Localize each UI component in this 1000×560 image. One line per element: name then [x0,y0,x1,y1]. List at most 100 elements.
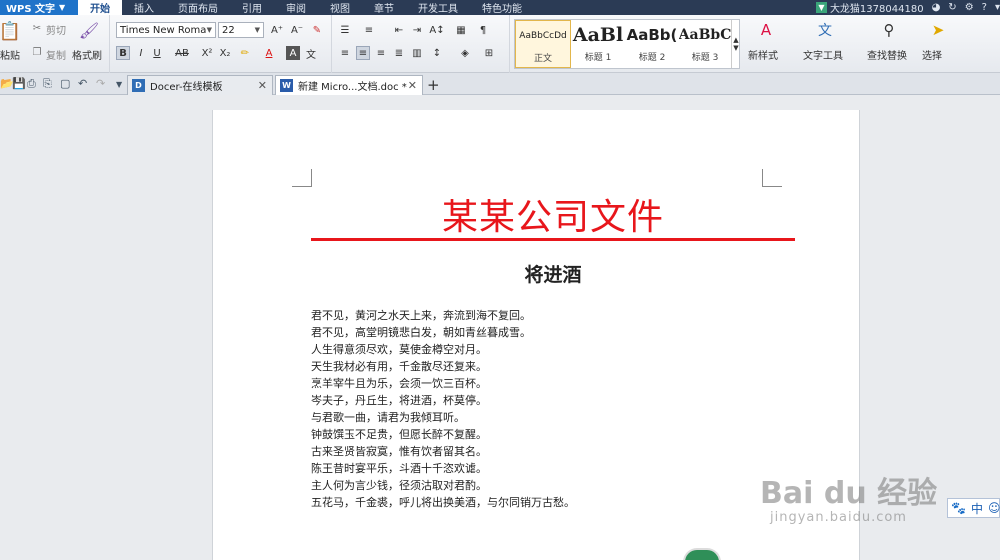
tab-home[interactable]: 开始 [78,0,122,15]
increase-indent-icon[interactable]: ⇥ [410,23,424,37]
poem-line: 陈王昔时宴平乐，斗酒十千恣欢谑。 [311,462,487,475]
poem-line: 与君歌一曲，请君为我倾耳听。 [311,411,465,424]
subscript-icon[interactable]: X₂ [218,46,232,60]
quick-access-dropdown-icon[interactable]: ▼ [116,80,122,89]
user-name[interactable]: 大龙猫1378044180 [830,0,924,15]
tab-new-document[interactable]: W 新建 Micro...文档.doc * ✕ [275,75,423,95]
poem-line: 五花马，千金裘，呼儿将出换美酒，与尔同销万古愁。 [311,496,575,509]
show-marks-icon[interactable]: ¶ [476,23,490,37]
paste-label[interactable]: 粘贴 [0,47,20,62]
phonetic-guide-icon[interactable]: 文 [304,46,318,61]
close-icon[interactable]: ✕ [408,79,417,92]
text-tools-icon[interactable]: 文 [814,20,836,40]
word-doc-icon: W [280,79,293,92]
justify-icon[interactable]: ≣ [392,46,406,60]
cursor-icon[interactable]: ➤ [928,20,948,40]
print-preview-icon[interactable]: ▢ [60,77,70,90]
align-right-icon[interactable]: ≡ [374,46,388,60]
font-name-select[interactable]: Times New Roma ▼ [116,22,216,38]
ime-lang[interactable]: 中 [971,500,983,517]
add-tab-icon[interactable]: + [427,76,440,94]
style-heading-1-name: 标题 1 [584,53,612,63]
floating-badge[interactable] [683,548,721,560]
tab-view[interactable]: 视图 [318,0,362,15]
menu-bar: WPS 文字 ▼ 开始 插入 页面布局 引用 审阅 视图 章节 开发工具 特色功… [0,0,1000,15]
tab-chapter[interactable]: 章节 [362,0,406,15]
paste-icon[interactable]: 📋 [0,19,21,43]
char-shading-icon[interactable]: A [286,46,300,60]
tab-docer-templates[interactable]: D Docer-在线模板 ✕ [127,75,273,95]
binoculars-icon[interactable]: ⚲ [878,20,900,40]
sync-icon[interactable]: ↻ [948,2,956,13]
sort-icon[interactable]: A↕ [429,23,444,37]
margin-corner-left [292,169,312,187]
tab-review[interactable]: 审阅 [274,0,318,15]
paw-icon[interactable]: 🐾 [951,501,966,515]
chevron-down-icon: ▼ [59,3,66,12]
font-size-select[interactable]: 22 ▼ [218,22,264,38]
bullets-icon[interactable]: ☰ [338,23,352,37]
select-button[interactable]: 选择 [922,47,942,62]
document-heading: 某某公司文件 [441,197,664,238]
format-painter-button[interactable]: 格式刷 [72,47,102,62]
copy-icon[interactable]: ❐ [30,45,44,59]
shrink-font-icon[interactable]: A⁻ [290,23,304,37]
highlight-icon[interactable]: ✏ [238,46,252,60]
font-color-icon[interactable]: A [262,46,276,60]
style-heading-1[interactable]: AaBl 标题 1 [571,20,625,68]
line-spacing-icon[interactable]: ↕ [430,46,444,60]
skin-icon[interactable]: ◕ [932,2,941,13]
close-icon[interactable]: ✕ [258,79,267,92]
new-style-icon[interactable]: A [754,20,778,40]
chevron-down-icon: ▼ [206,26,212,34]
distributed-icon[interactable]: ▥ [410,46,424,60]
borders-icon[interactable]: ⊞ [482,46,496,60]
strikethrough-icon[interactable]: AB [172,46,192,60]
help-icon[interactable]: ? [982,2,987,13]
style-normal-sample: AaBbCcDd [519,31,567,41]
font-size-value: 22 [222,24,235,36]
style-heading-3[interactable]: AaBbC 标题 3 [679,20,731,68]
shading-icon[interactable]: ◈ [458,46,472,60]
app-menu-button[interactable]: WPS 文字 ▼ [0,0,78,15]
clear-format-icon[interactable]: ✎ [310,23,324,37]
cut-icon[interactable]: ✂ [30,21,44,35]
ime-emoji-icon[interactable]: ☺ [988,501,1000,515]
bold-icon[interactable]: B [116,46,130,60]
grow-font-icon[interactable]: A⁺ [270,23,284,37]
find-replace-button[interactable]: 查找替换 [867,47,907,62]
italic-icon[interactable]: I [134,46,148,60]
help-dropdown-icon[interactable]: ▾ [995,2,1000,13]
decrease-indent-icon[interactable]: ⇤ [392,23,406,37]
undo-icon[interactable]: ↶ [78,77,87,90]
settings-icon[interactable]: ⚙ [965,2,974,13]
underline-icon[interactable]: U [150,46,164,60]
superscript-icon[interactable]: X² [200,46,214,60]
ime-toolbar[interactable]: 🐾 中 ☺ [947,498,1000,518]
tab-page-layout[interactable]: 页面布局 [166,0,230,15]
print-icon[interactable]: ⎘ [43,77,52,91]
format-painter-icon[interactable]: 🖌 [79,19,99,41]
tab-docer-label: Docer-在线模板 [150,82,223,93]
tab-references[interactable]: 引用 [230,0,274,15]
docer-icon: D [132,79,145,92]
style-normal-name: 正文 [533,54,552,64]
text-tools-button[interactable]: 文字工具 [803,47,843,62]
save-icon[interactable]: 💾 [12,77,26,90]
align-center-icon[interactable]: ≡ [356,46,370,60]
new-style-button[interactable]: 新样式 [748,47,778,62]
export-pdf-icon[interactable]: ⎙ [27,77,36,91]
numbering-icon[interactable]: ≡ [362,23,376,37]
style-heading-2[interactable]: AaBb( 标题 2 [625,20,679,68]
align-left-icon[interactable]: ≡ [338,46,352,60]
redo-icon[interactable]: ↷ [96,77,105,90]
copy-button[interactable]: 复制 [46,47,66,62]
tab-insert[interactable]: 插入 [122,0,166,15]
style-normal[interactable]: AaBbCcDd 正文 [515,20,571,68]
styles-scroll-icon[interactable]: ▲ ▼ [731,20,740,68]
cut-button[interactable]: 剪切 [46,22,66,37]
tab-special-features[interactable]: 特色功能 [470,0,534,15]
table-icon[interactable]: ▦ [454,23,468,37]
tab-developer[interactable]: 开发工具 [406,0,470,15]
menubar-right: ▼ 大龙猫1378044180 ◕ ↻ ⚙ ? ▾ [815,0,1000,15]
